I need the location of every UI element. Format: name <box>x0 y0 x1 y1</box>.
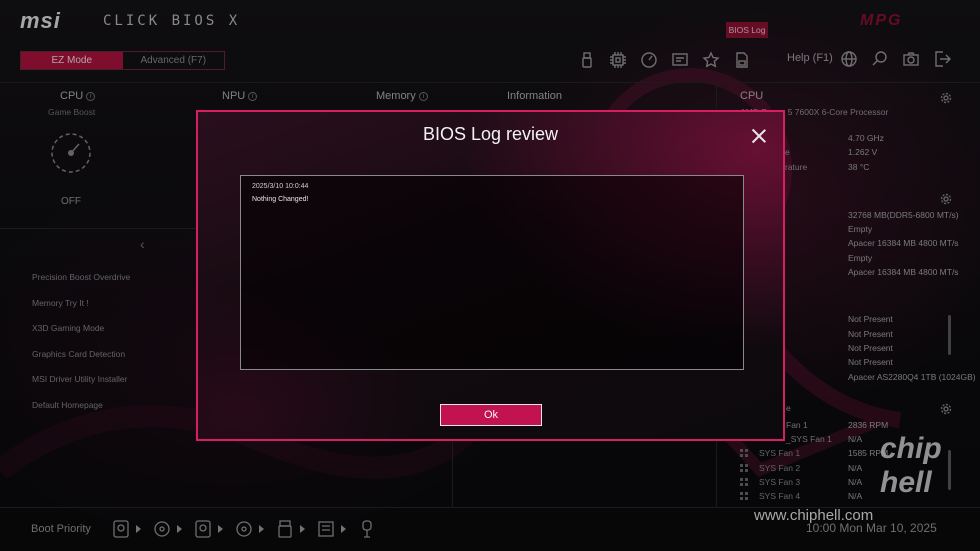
log-viewer[interactable]: 2025/3/10 10:0:44 Nothing Changed! <box>240 175 744 370</box>
ok-button[interactable]: Ok <box>440 404 542 426</box>
log-message: Nothing Changed! <box>252 196 309 203</box>
dialog-title: BIOS Log review <box>422 124 559 144</box>
log-timestamp: 2025/3/10 10:0:44 <box>252 183 309 190</box>
close-icon[interactable] <box>751 128 767 144</box>
bios-log-dialog: BIOS Log review 2025/3/10 10:0:44 Nothin… <box>196 110 785 441</box>
